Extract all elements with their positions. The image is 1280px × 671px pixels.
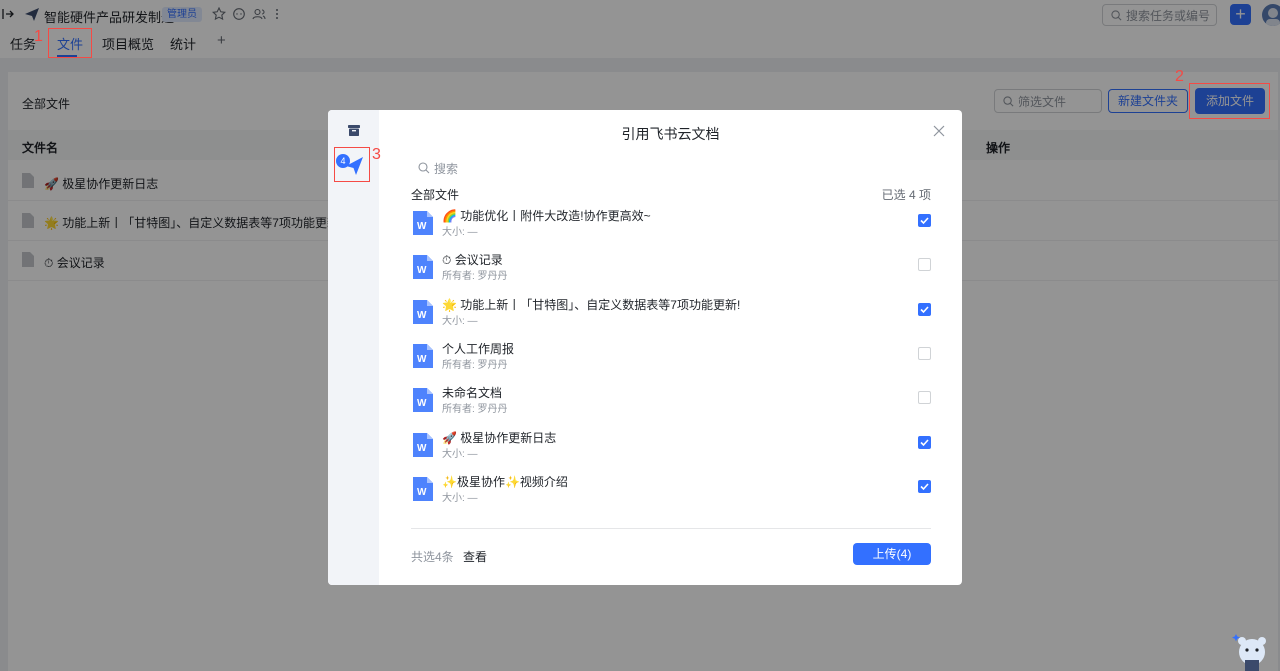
doc-list-item[interactable]: W ✨极星协作✨视频介绍 大小: — [411,473,931,513]
svg-text:W: W [417,310,427,321]
doc-search-placeholder: 搜索 [434,161,459,176]
doc-list-item[interactable]: W 🌟 功能上新丨「甘特图」、自定义数据表等7项功能更新! 大小: — [411,296,931,336]
doc-list-item[interactable]: W ⏱ 会议记录 所有者: 罗丹丹 [411,251,931,291]
svg-text:W: W [417,265,427,276]
doc-search-input[interactable]: 搜索 [418,158,930,178]
doc-meta: 大小: — [442,449,478,460]
assistant-mascot-icon[interactable] [1232,630,1272,671]
doc-title: 🌟 功能上新丨「甘特图」、自定义数据表等7项功能更新! [442,298,741,312]
doc-title: 未命名文档 [442,386,503,400]
doc-title: ✨极星协作✨视频介绍 [442,475,568,489]
doc-meta: 大小: — [442,227,478,238]
doc-checkbox[interactable] [918,303,931,316]
word-doc-icon: W [413,211,433,235]
search-icon [418,162,430,174]
doc-title: 🌈 功能优化丨附件大改造!协作更高效~ [442,209,651,223]
word-doc-icon: W [413,477,433,501]
word-doc-icon: W [413,433,433,457]
annotation-box-add-file [1189,83,1270,119]
annotation-number: 2 [1175,68,1184,85]
doc-title: ⏱ 会议记录 [442,253,503,267]
word-doc-icon: W [413,300,433,324]
view-selected-link[interactable]: 查看 [463,548,487,565]
cloud-doc-picker-dialog: 4 引用飞书云文档 搜索 全部文件 已选 4 项 W 🌈 功能优化丨附件大改造!… [328,110,962,585]
doc-checkbox[interactable] [918,347,931,360]
doc-checkbox[interactable] [918,436,931,449]
doc-checkbox[interactable] [918,258,931,271]
word-doc-icon: W [413,344,433,368]
word-doc-icon: W [413,255,433,279]
doc-checkbox[interactable] [918,214,931,227]
doc-meta: 所有者: 罗丹丹 [442,360,508,371]
doc-meta: 大小: — [442,316,478,327]
doc-meta: 所有者: 罗丹丹 [442,271,508,282]
selected-summary: 已选 4 项 [881,188,931,202]
svg-text:W: W [417,487,427,498]
close-icon[interactable] [933,125,945,137]
doc-list-item[interactable]: W 个人工作周报 所有者: 罗丹丹 [411,340,931,380]
annotation-box-send-icon [334,147,370,182]
dialog-title: 引用飞书云文档 [621,126,720,142]
doc-list-item[interactable]: W 未命名文档 所有者: 罗丹丹 [411,384,931,424]
annotation-box-files-tab [48,28,92,58]
footer-divider [411,528,931,529]
svg-text:W: W [417,221,427,232]
selected-count-text: 共选4条 [411,550,454,564]
upload-button[interactable]: 上传(4) [853,543,931,565]
doc-meta: 所有者: 罗丹丹 [442,404,508,415]
svg-text:W: W [417,398,427,409]
doc-list-label: 全部文件 [411,188,460,202]
doc-meta: 大小: — [442,493,478,504]
doc-list-item[interactable]: W 🌈 功能优化丨附件大改造!协作更高效~ 大小: — [411,207,931,247]
doc-checkbox[interactable] [918,391,931,404]
annotation-number: 3 [372,146,381,163]
doc-title: 🚀 极星协作更新日志 [442,431,557,445]
doc-list-item[interactable]: W 🚀 极星协作更新日志 大小: — [411,429,931,469]
annotation-number: 1 [34,28,43,45]
svg-text:W: W [417,443,427,454]
archive-box-icon[interactable] [347,123,361,137]
svg-text:W: W [417,354,427,365]
doc-checkbox[interactable] [918,480,931,493]
word-doc-icon: W [413,388,433,412]
doc-title: 个人工作周报 [442,342,515,356]
